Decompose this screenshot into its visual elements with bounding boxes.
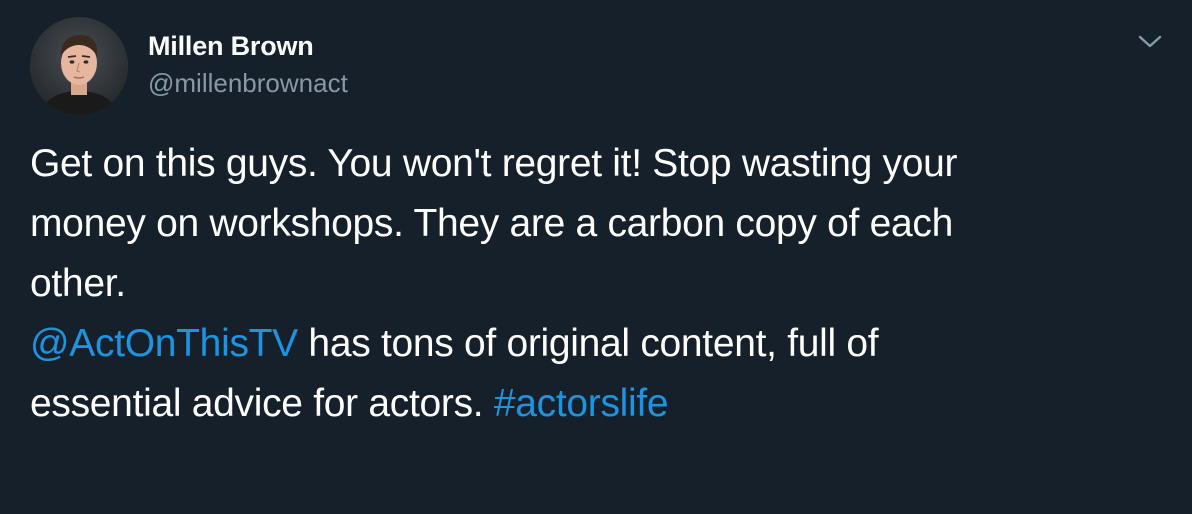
tweet-text-segment: essential advice for actors. xyxy=(30,382,494,425)
tweet-card: Millen Brown @millenbrownact Get on this… xyxy=(0,0,1192,514)
chevron-down-icon xyxy=(1138,35,1162,48)
tweet-text-line: money on workshops. They are a carbon co… xyxy=(30,202,953,245)
author-info: Millen Brown @millenbrownact xyxy=(148,30,348,98)
tweet-text-line: other. xyxy=(30,262,126,305)
display-name[interactable]: Millen Brown xyxy=(148,30,348,62)
tweet-text-line: essential advice for actors. #actorslife xyxy=(30,374,1160,434)
tweet-text-line: Get on this guys. You won't regret it! S… xyxy=(30,142,958,185)
tweet-text-line: @ActOnThisTV has tons of original conten… xyxy=(30,314,1160,374)
tweet-text: Get on this guys. You won't regret it! S… xyxy=(30,134,1160,434)
avatar[interactable] xyxy=(30,17,128,115)
tweet-text-segment: has tons of original content, full of xyxy=(297,322,879,365)
mention-link[interactable]: @ActOnThisTV xyxy=(30,322,298,365)
user-handle[interactable]: @millenbrownact xyxy=(148,68,348,98)
tweet-menu-button[interactable] xyxy=(1136,30,1164,52)
profile-photo-icon xyxy=(30,17,128,115)
hashtag-link[interactable]: #actorslife xyxy=(494,382,669,425)
